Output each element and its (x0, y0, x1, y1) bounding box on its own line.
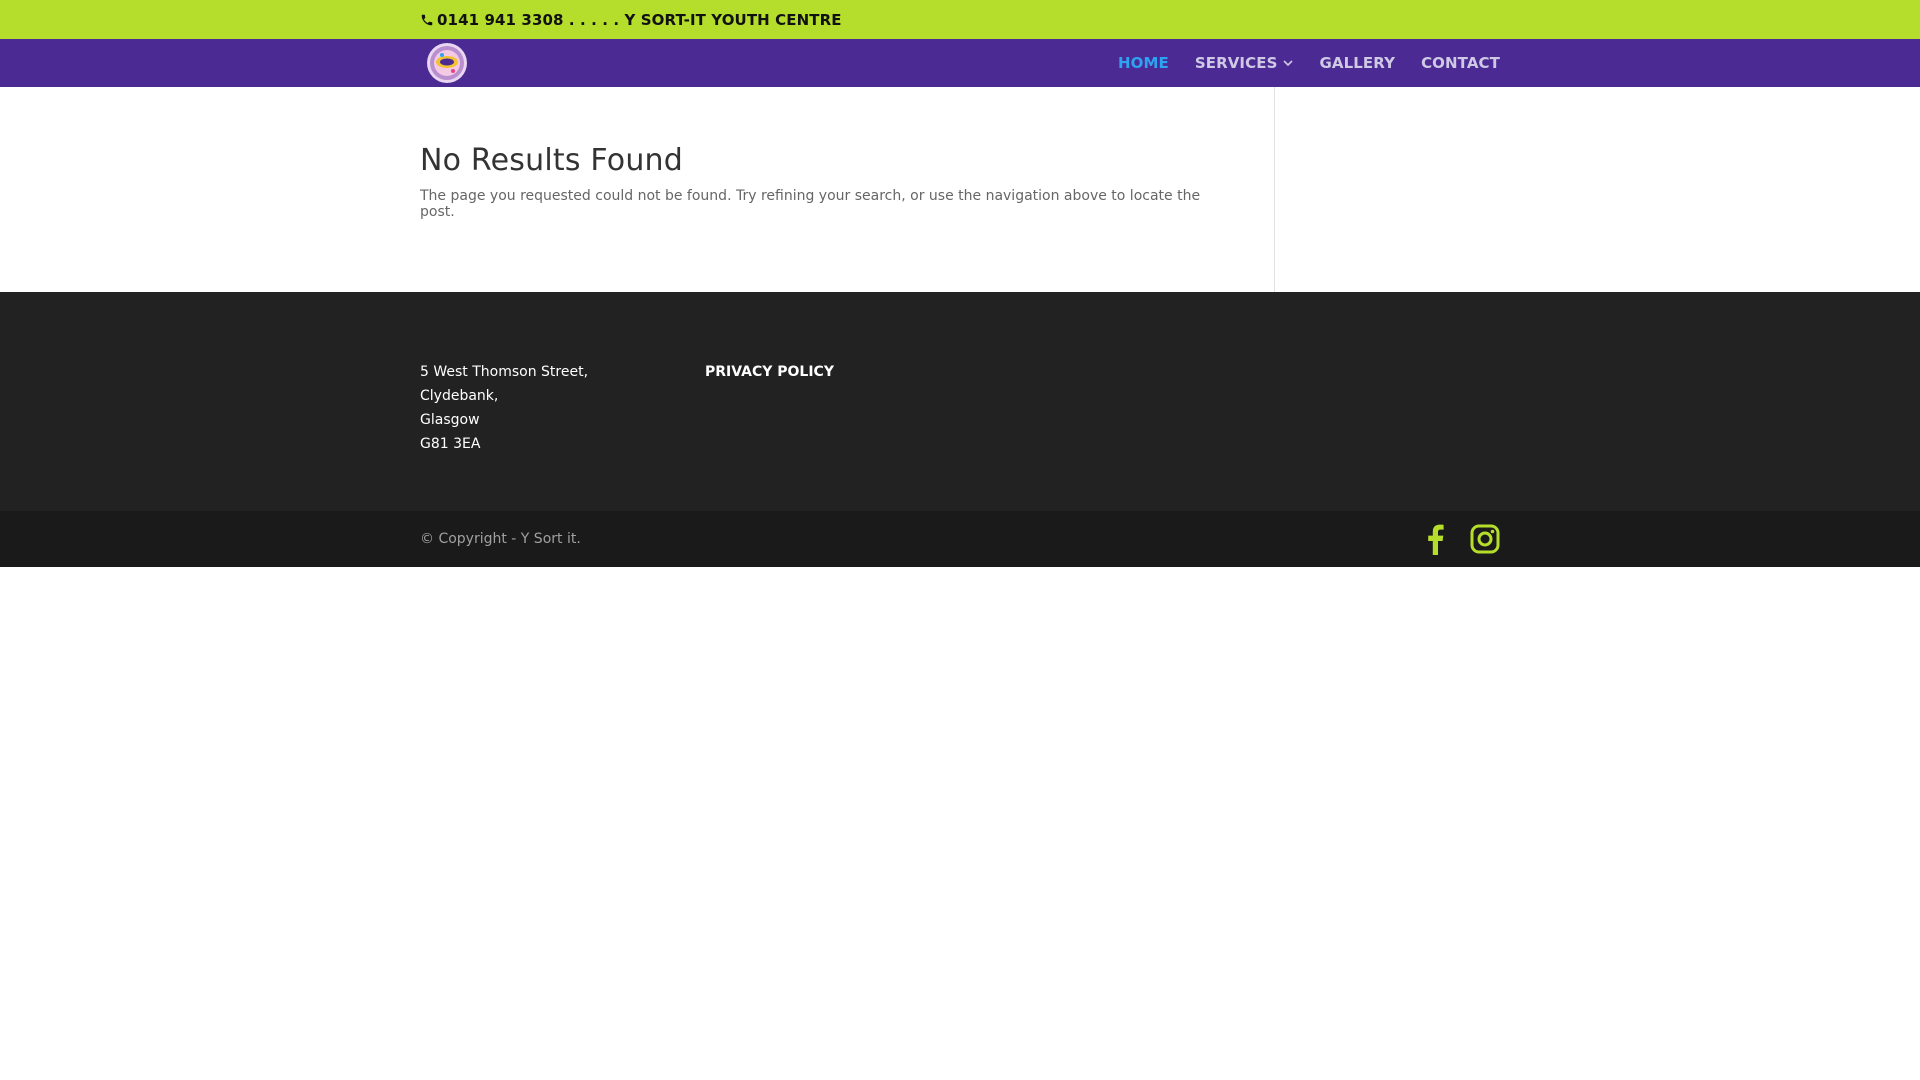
page-background (0, 567, 1920, 1080)
site-logo[interactable] (426, 42, 468, 84)
nav-gallery-label: GALLERY (1319, 54, 1396, 72)
top-bar: 0141 941 3308 . . . . . Y SORT-IT YOUTH … (0, 0, 1920, 39)
social-links (1424, 523, 1500, 555)
top-contact[interactable]: 0141 941 3308 . . . . . Y SORT-IT YOUTH … (420, 11, 842, 29)
not-found-message: The page you requested could not be foun… (420, 188, 1201, 220)
nav-services[interactable]: SERVICES (1195, 54, 1294, 72)
address-line: 5 West Thomson Street, (420, 364, 589, 380)
nav-home[interactable]: HOME (1118, 54, 1169, 72)
nav-contact-label: CONTACT (1421, 54, 1500, 72)
main-nav: HOME SERVICES GALLERY CONTACT (1118, 39, 1500, 87)
footer: 5 West Thomson Street, Clydebank, Glasgo… (0, 292, 1920, 511)
chevron-down-icon (1283, 59, 1294, 66)
nav-contact[interactable]: CONTACT (1421, 54, 1500, 72)
nav-gallery[interactable]: GALLERY (1319, 54, 1395, 72)
sidebar-divider (1274, 87, 1275, 292)
phone-icon (421, 14, 433, 25)
address-line: G81 3EA (420, 436, 481, 452)
nav-home-label: HOME (1117, 54, 1169, 72)
instagram-icon[interactable] (1470, 524, 1500, 554)
top-contact-text: 0141 941 3308 . . . . . Y SORT-IT YOUTH … (437, 10, 842, 29)
nav-services-label: SERVICES (1194, 54, 1278, 72)
address-line: Clydebank, (420, 388, 499, 404)
footer-address: 5 West Thomson Street, Clydebank, Glasgo… (420, 360, 705, 456)
bottom-bar: © Copyright - Y Sort it. (0, 511, 1920, 567)
page-title: No Results Found (420, 143, 684, 178)
copyright-text: © Copyright - Y Sort it. (420, 531, 581, 547)
main-column: No Results Found The page you requested … (420, 87, 1220, 220)
facebook-icon[interactable] (1424, 523, 1446, 555)
privacy-policy-link[interactable]: PRIVACY POLICY (705, 360, 834, 456)
address-line: Glasgow (420, 412, 480, 428)
main-content: No Results Found The page you requested … (0, 87, 1920, 292)
main-header: HOME SERVICES GALLERY CONTACT (0, 39, 1920, 87)
